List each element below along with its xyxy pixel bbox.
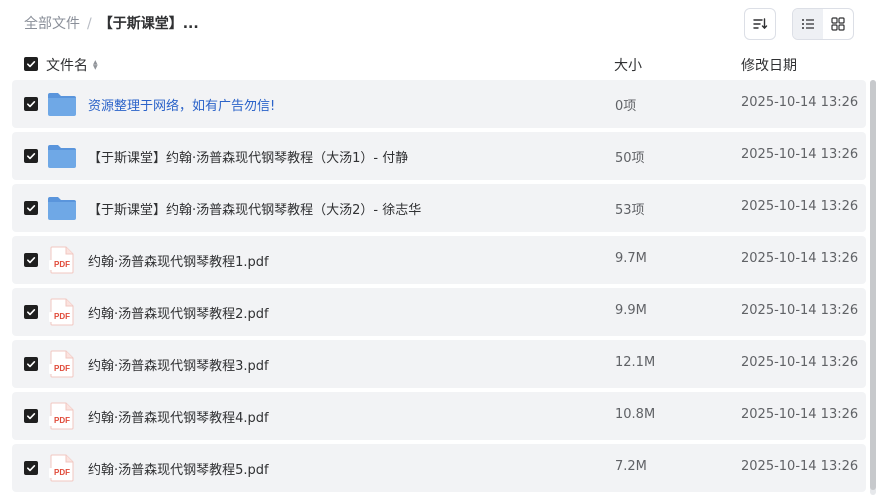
file-name[interactable]: 约翰·汤普森现代钢琴教程3.pdf: [88, 355, 269, 374]
list-view-button[interactable]: [793, 9, 823, 39]
row-checkbox[interactable]: [24, 305, 38, 319]
column-header-name-label: 文件名: [46, 58, 88, 74]
pdf-icon-label: PDF: [54, 312, 70, 321]
scrollbar-thumb[interactable]: [870, 80, 876, 490]
file-size: 10.8M: [615, 407, 656, 422]
file-modified-date: 2025-10-14 13:26: [741, 355, 859, 370]
file-row[interactable]: 【于斯课堂】约翰·汤普森现代钢琴教程（大汤1）- 付静 50项 2025-10-14…: [12, 132, 866, 180]
column-header-name[interactable]: 文件名 ▲ ▼: [46, 55, 98, 75]
pdf-icon-label: PDF: [54, 260, 70, 269]
sort-lines-icon: [753, 18, 768, 29]
checkmark-icon: [27, 309, 36, 316]
select-all-checkbox[interactable]: [24, 57, 38, 71]
pdf-file-icon: PDF: [47, 246, 77, 274]
grid-view-button[interactable]: [823, 9, 853, 39]
file-size: 7.2M: [615, 459, 647, 474]
file-row[interactable]: PDF 约翰·汤普森现代钢琴教程2.pdf 9.9M 2025-10-14 13:26: [12, 288, 866, 336]
checkmark-icon: [27, 361, 36, 368]
folder-icon: [47, 90, 77, 118]
pdf-file-icon: PDF: [47, 298, 77, 326]
file-list-header: 文件名 ▲ ▼ 大小 修改日期: [12, 48, 866, 80]
row-checkbox[interactable]: [24, 461, 38, 475]
file-name[interactable]: 资源整理于网络，如有广告勿信!: [88, 95, 275, 114]
file-modified-date: 2025-10-14 13:26: [741, 199, 859, 214]
file-name[interactable]: 约翰·汤普森现代钢琴教程1.pdf: [88, 251, 269, 270]
list-view-icon: [802, 19, 814, 29]
row-checkbox[interactable]: [24, 253, 38, 267]
file-list: 资源整理于网络，如有广告勿信! 0项 2025-10-14 13:26 【于斯课堂】约…: [12, 80, 866, 496]
pdf-file-icon: PDF: [47, 350, 77, 378]
file-name[interactable]: 约翰·汤普森现代钢琴教程2.pdf: [88, 303, 269, 322]
file-row[interactable]: 资源整理于网络，如有广告勿信! 0项 2025-10-14 13:26: [12, 80, 866, 128]
scrollbar[interactable]: [870, 80, 876, 495]
checkmark-icon: [27, 153, 36, 160]
file-size: 0项: [615, 99, 637, 114]
file-size: 9.9M: [615, 303, 647, 318]
pdf-icon-label: PDF: [54, 364, 70, 373]
file-size: 12.1M: [615, 355, 656, 370]
checkmark-icon: [27, 61, 36, 68]
breadcrumb-current-folder: 【于斯课堂】...: [98, 16, 199, 32]
grid-view-icon: [831, 17, 845, 31]
checkmark-icon: [27, 465, 36, 472]
pdf-icon-label: PDF: [54, 416, 70, 425]
toolbar: 全部文件 / 【于斯课堂】...: [0, 0, 878, 48]
column-header-modified[interactable]: 修改日期: [741, 55, 797, 75]
file-row[interactable]: PDF 约翰·汤普森现代钢琴教程5.pdf 7.2M 2025-10-14 13:26: [12, 444, 866, 492]
file-size: 53项: [615, 203, 645, 218]
file-name[interactable]: 【于斯课堂】约翰·汤普森现代钢琴教程（大汤2）- 徐志华: [88, 199, 421, 218]
row-checkbox[interactable]: [24, 97, 38, 111]
file-modified-date: 2025-10-14 13:26: [741, 251, 859, 266]
file-modified-date: 2025-10-14 13:26: [741, 407, 859, 422]
view-mode-toggle: [792, 8, 854, 40]
file-modified-date: 2025-10-14 13:26: [741, 303, 859, 318]
file-size: 50项: [615, 151, 645, 166]
breadcrumb-separator: /: [87, 16, 92, 32]
file-row[interactable]: PDF 约翰·汤普森现代钢琴教程1.pdf 9.7M 2025-10-14 13:26: [12, 236, 866, 284]
file-row[interactable]: PDF 约翰·汤普森现代钢琴教程3.pdf 12.1M 2025-10-14 13:2…: [12, 340, 866, 388]
row-checkbox[interactable]: [24, 357, 38, 371]
row-checkbox[interactable]: [24, 149, 38, 163]
file-modified-date: 2025-10-14 13:26: [741, 459, 859, 474]
file-size: 9.7M: [615, 251, 647, 266]
breadcrumb: 全部文件 / 【于斯课堂】...: [24, 14, 199, 34]
pdf-icon-label: PDF: [54, 468, 70, 477]
file-name[interactable]: 【于斯课堂】约翰·汤普森现代钢琴教程（大汤1）- 付静: [88, 147, 408, 166]
checkmark-icon: [27, 101, 36, 108]
column-header-size[interactable]: 大小: [614, 55, 642, 75]
pdf-file-icon: PDF: [47, 402, 77, 430]
row-checkbox[interactable]: [24, 201, 38, 215]
file-row[interactable]: 【于斯课堂】约翰·汤普森现代钢琴教程（大汤2）- 徐志华 53项 2025-10-1…: [12, 184, 866, 232]
sort-button[interactable]: [744, 8, 776, 40]
file-name[interactable]: 约翰·汤普森现代钢琴教程5.pdf: [88, 459, 269, 478]
file-modified-date: 2025-10-14 13:26: [741, 95, 859, 110]
folder-icon: [47, 142, 77, 170]
file-row[interactable]: PDF 约翰·汤普森现代钢琴教程4.pdf 10.8M 2025-10-14 13:2…: [12, 392, 866, 440]
sort-arrows-icon: ▲ ▼: [93, 59, 98, 71]
file-name[interactable]: 约翰·汤普森现代钢琴教程4.pdf: [88, 407, 269, 426]
breadcrumb-root-link[interactable]: 全部文件: [24, 14, 80, 34]
file-modified-date: 2025-10-14 13:26: [741, 147, 859, 162]
checkmark-icon: [27, 205, 36, 212]
checkmark-icon: [27, 413, 36, 420]
folder-icon: [47, 194, 77, 222]
pdf-file-icon: PDF: [47, 454, 77, 482]
row-checkbox[interactable]: [24, 409, 38, 423]
checkmark-icon: [27, 257, 36, 264]
